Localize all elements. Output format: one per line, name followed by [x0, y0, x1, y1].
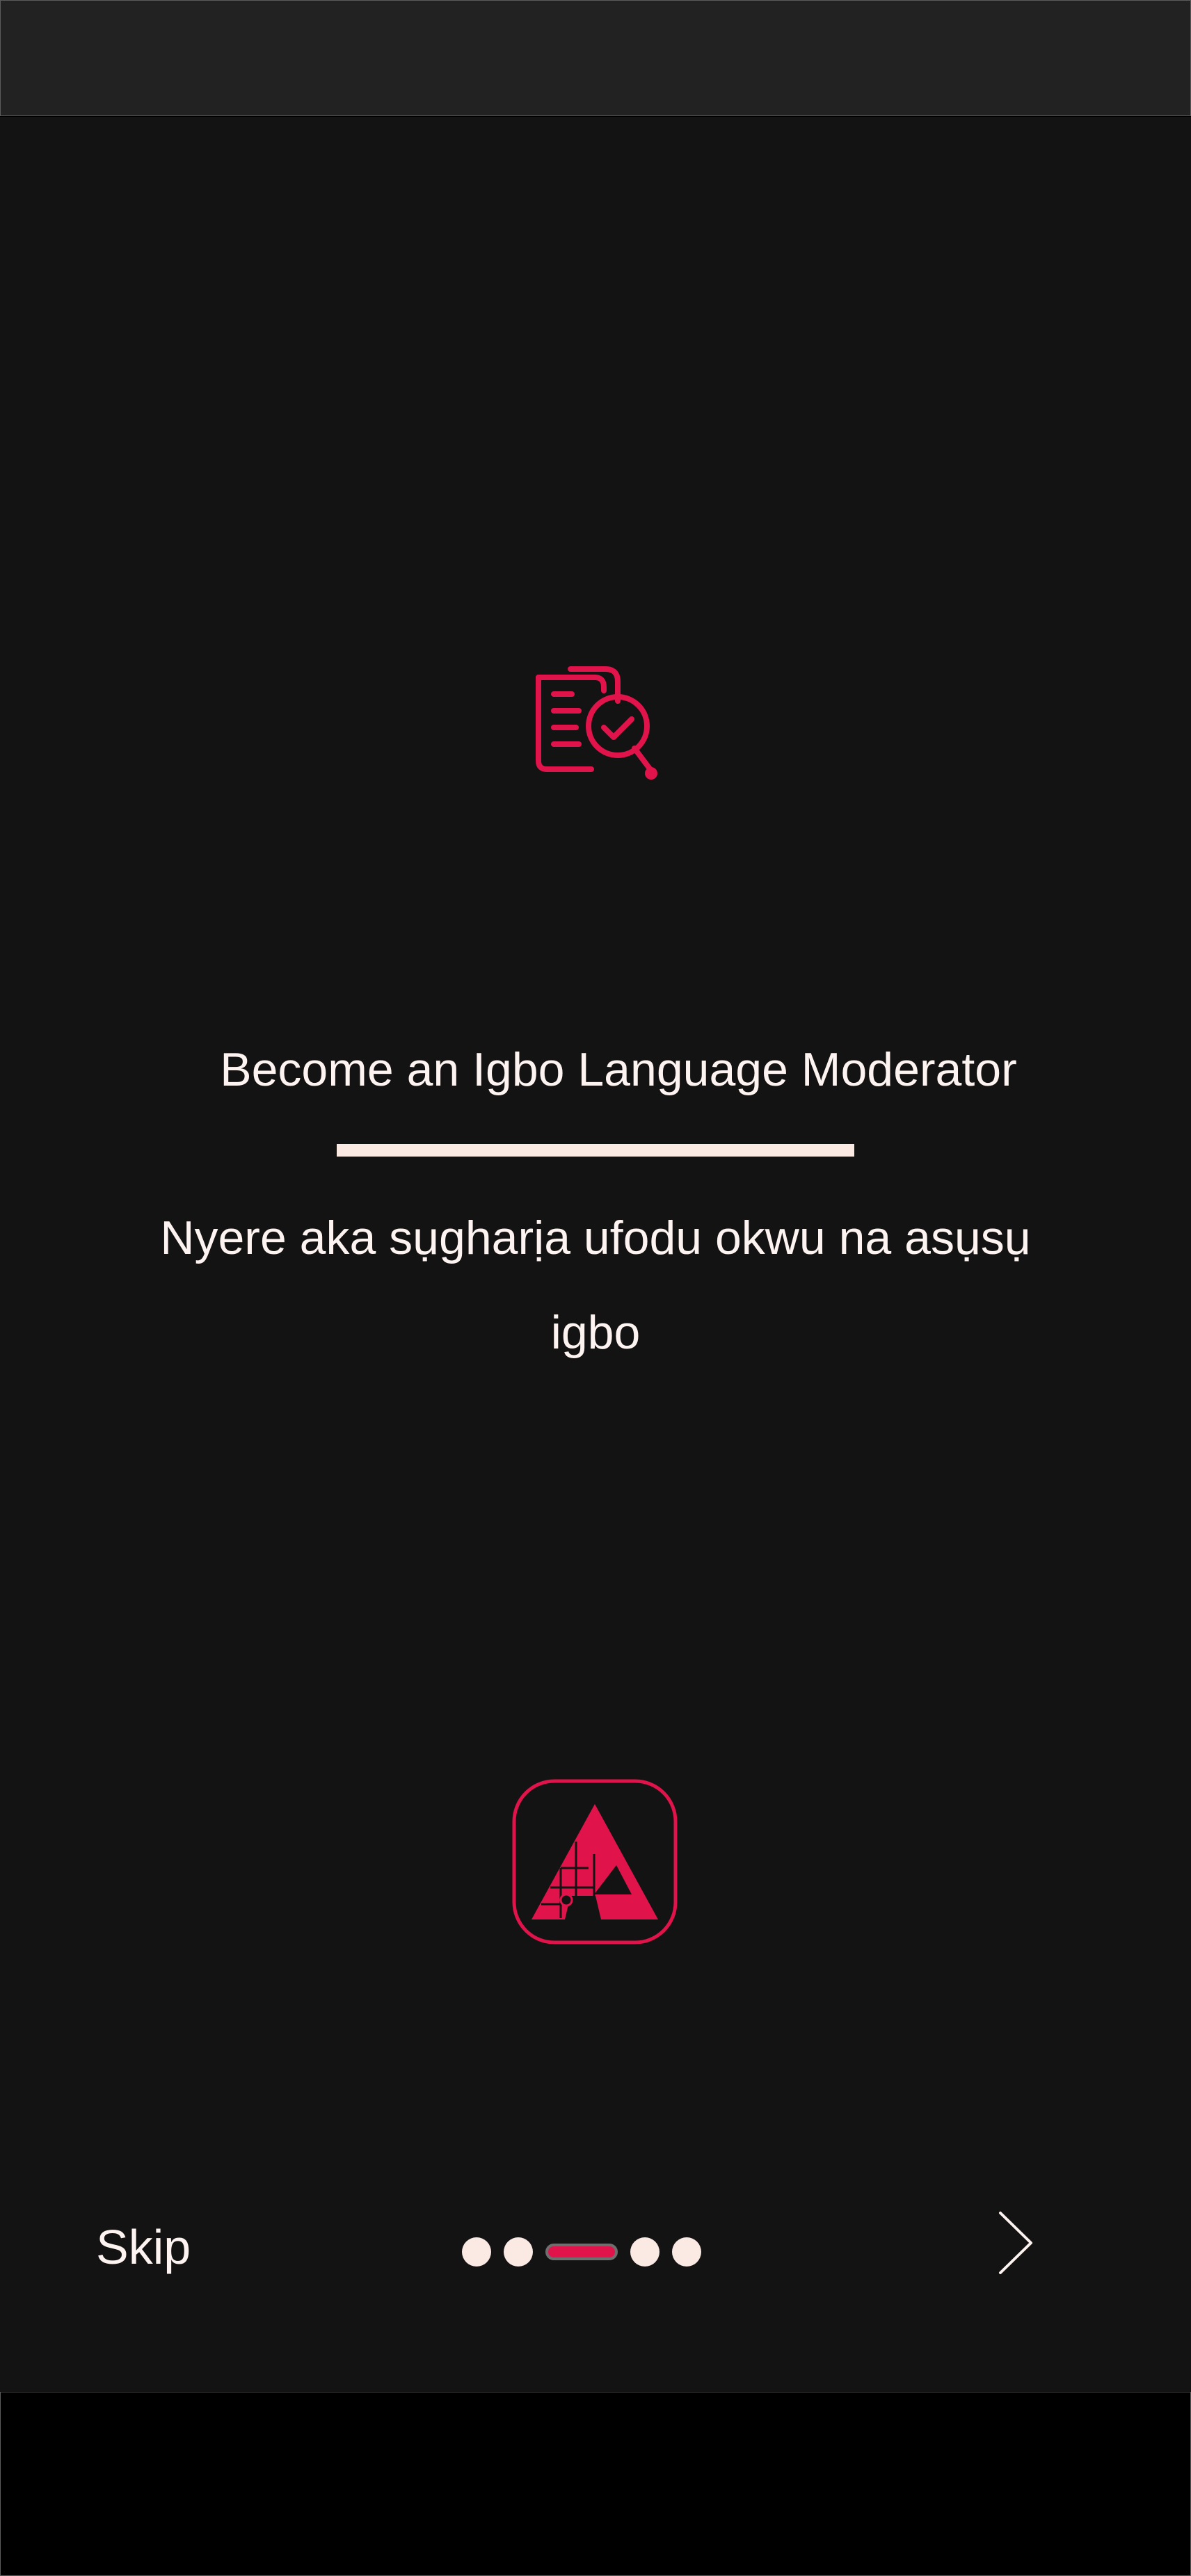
page-dot[interactable]	[504, 2237, 533, 2267]
chevron-right-icon[interactable]	[988, 2205, 1044, 2281]
page-dot[interactable]	[462, 2237, 491, 2267]
page-dot-active[interactable]	[545, 2244, 618, 2260]
app-logo-icon	[512, 1779, 678, 1945]
skip-button[interactable]: Skip	[96, 2214, 191, 2280]
status-bar	[0, 0, 1191, 116]
page-indicator	[462, 2235, 714, 2269]
page-dot[interactable]	[630, 2237, 660, 2267]
onboarding-title: Become an Igbo Language Moderator	[220, 1043, 1017, 1096]
onboarding-subtitle: Nyere aka sụgharịa ufodu okwu na asụsụ i…	[160, 1211, 1031, 1359]
page-dot[interactable]	[672, 2237, 701, 2267]
system-nav-bar	[0, 2392, 1191, 2576]
document-review-magnifier-icon	[536, 666, 657, 780]
title-divider	[337, 1144, 854, 1157]
